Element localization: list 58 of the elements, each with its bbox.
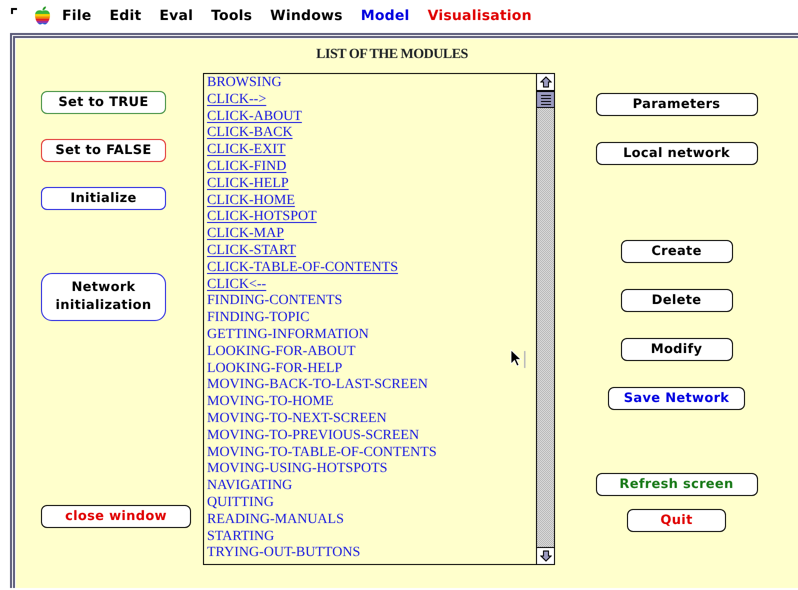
module-item[interactable]: LOOKING-FOR-HELP — [207, 360, 342, 378]
module-item[interactable]: FINDING-TOPIC — [207, 310, 310, 327]
scroll-up-icon[interactable] — [540, 76, 552, 88]
module-link[interactable]: CLICK-EXIT — [207, 142, 286, 159]
action-button[interactable]: Parameters — [596, 93, 758, 116]
module-item[interactable]: FINDING-CONTENTS — [207, 293, 342, 310]
module-item[interactable]: MOVING-TO-TABLE-OF-CONTENTS — [207, 444, 437, 462]
module-item[interactable]: READING-MANUALS — [207, 512, 344, 529]
module-link[interactable]: CLICK-FIND — [207, 158, 286, 176]
module-item[interactable]: TRYING-OUT-BUTTONS — [207, 545, 360, 562]
module-item[interactable]: LOOKING-FOR-ABOUT — [207, 344, 356, 361]
module-item[interactable]: QUITTING — [207, 494, 274, 512]
menu-item[interactable]: Visualisation — [418, 8, 541, 24]
scroll-bar[interactable] — [536, 74, 554, 564]
module-link[interactable]: CLICK-HOME — [207, 192, 295, 210]
action-button[interactable]: Modify — [620, 338, 732, 361]
module-item[interactable]: NAVIGATING — [207, 478, 292, 495]
module-list[interactable] — [203, 73, 555, 565]
action-button[interactable]: Refresh screen — [596, 473, 758, 496]
action-button[interactable]: Set to TRUE — [41, 91, 166, 114]
corner-mark — [11, 8, 17, 14]
scroll-thumb[interactable] — [537, 91, 554, 108]
menu-item[interactable]: Windows — [261, 8, 352, 24]
module-item[interactable]: MOVING-TO-NEXT-SCREEN — [207, 410, 387, 428]
module-link[interactable]: CLICK--> — [207, 92, 266, 109]
module-item[interactable]: MOVING-BACK-TO-LAST-SCREEN — [207, 377, 428, 394]
module-item[interactable]: MOVING-TO-PREVIOUS-SCREEN — [207, 428, 420, 445]
action-button[interactable]: Set to FALSE — [41, 139, 166, 162]
module-link[interactable]: CLICK-TABLE-OF-CONTENTS — [207, 260, 398, 277]
module-item[interactable]: STARTING — [207, 528, 274, 546]
scroll-down-icon[interactable] — [540, 550, 552, 562]
module-link[interactable]: CLICK-BACK — [207, 125, 293, 142]
menu-item[interactable]: Model — [352, 8, 419, 24]
module-link[interactable]: CLICK-ABOUT — [207, 108, 302, 126]
action-button[interactable]: Delete — [620, 289, 732, 312]
module-link[interactable]: CLICK-START — [207, 242, 296, 260]
menu-item[interactable]: Tools — [202, 8, 262, 24]
menu-item[interactable]: Eval — [150, 8, 202, 24]
module-link[interactable]: CLICK<-- — [207, 276, 266, 294]
module-link[interactable]: CLICK-MAP — [207, 226, 284, 243]
panel-title: LIST OF THE MODULES — [315, 47, 469, 64]
action-button[interactable]: Initialize — [41, 187, 166, 210]
module-link[interactable]: CLICK-HELP — [207, 176, 289, 193]
action-button[interactable]: Local network — [596, 142, 758, 165]
menu-item[interactable]: Edit — [100, 8, 150, 24]
mouse-pointer-icon — [510, 349, 526, 369]
module-item[interactable]: MOVING-TO-HOME — [207, 394, 334, 411]
module-item[interactable]: BROWSING — [207, 75, 282, 92]
action-button[interactable]: Quit — [627, 509, 726, 532]
action-button[interactable]: Network initialization — [41, 273, 166, 321]
menu-item[interactable]: File — [53, 8, 100, 24]
module-item[interactable]: GETTING-INFORMATION — [207, 326, 369, 344]
module-link[interactable]: CLICK-HOTSPOT — [207, 209, 317, 226]
action-button[interactable]: Create — [620, 240, 732, 263]
action-button[interactable]: close window — [41, 505, 191, 528]
apple-logo-icon[interactable] — [34, 6, 51, 25]
action-button[interactable]: Save Network — [608, 387, 745, 410]
module-item[interactable]: MOVING-USING-HOTSPOTS — [207, 461, 388, 478]
